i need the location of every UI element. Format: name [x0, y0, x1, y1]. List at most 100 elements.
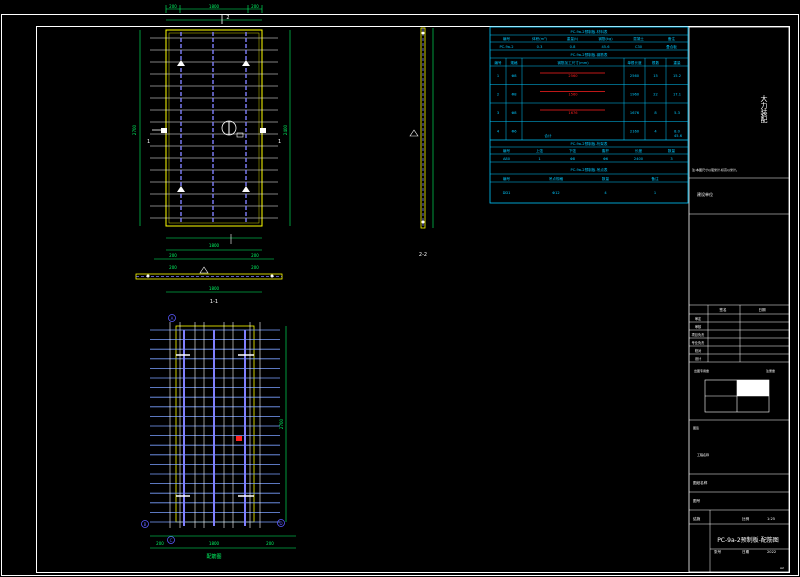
- axis-label-c: C: [170, 538, 173, 543]
- table3-header-2: 下弦: [569, 148, 577, 153]
- table2-cell-2-5: 5.3: [674, 111, 680, 115]
- table3-header-4: 长度: [635, 148, 643, 153]
- table3-cell-4: 2400: [634, 157, 644, 161]
- table2-cell-0-4: 15: [653, 74, 658, 78]
- signature-row-4: 校对: [695, 348, 702, 353]
- table2-cell-1-3: 1960: [630, 93, 640, 97]
- table1-cell-2: 0.8: [570, 45, 576, 49]
- rebar-detail-view: 2700 A B C D 200 1800 200 配筋图: [141, 314, 296, 560]
- dim-plan-bottom-right: 200: [251, 253, 259, 258]
- table2-header-4: 根数: [652, 60, 660, 65]
- table2-cell-2-0: 3: [497, 111, 499, 115]
- table2-cell-1-4: 22: [653, 93, 658, 97]
- table2-cell-1-0: 2: [497, 93, 499, 97]
- table2-total-label: 合计: [544, 133, 552, 138]
- table4-cell-1: Φ12: [552, 191, 559, 195]
- table1-cell-4: C30: [635, 45, 643, 49]
- table2-cell-2-4: 8: [654, 111, 657, 115]
- dim-rebar-height: 2700: [279, 418, 284, 429]
- table3-header-3: 腹杆: [602, 148, 610, 153]
- table2-header-0: 编号: [494, 60, 502, 65]
- drawing-note: 注:本图尺寸以毫米计,标高以米计。: [692, 167, 739, 172]
- table2-cell-0-5: 15.2: [673, 74, 681, 78]
- axis-label-a: A: [171, 316, 174, 321]
- table3-cell-0: A80: [503, 157, 511, 161]
- table4-cell-2: 4: [604, 191, 607, 195]
- company-name: 大力装配: [760, 94, 768, 124]
- table2-cell-3-1: Φ6: [511, 130, 517, 134]
- detail-truss-lines: [183, 330, 246, 526]
- table2-cell-1-2: 1560: [568, 93, 578, 97]
- table2-cell-2-2: 1676: [568, 111, 578, 115]
- dim-plan-bottom-left: 200: [169, 253, 177, 258]
- signature-row-3: 专业负责: [692, 340, 705, 345]
- section-mark-left: 1: [147, 139, 150, 145]
- dim-height-total: 2700: [132, 124, 137, 135]
- table2-header-2: 钢筋加工尺寸(mm): [557, 60, 589, 65]
- section-label-2-2: 2-2: [419, 252, 427, 258]
- table2-cell-3-0: 4: [497, 130, 500, 134]
- plan-label: 配筋图: [206, 553, 221, 560]
- table3-cell-1: 1: [538, 157, 540, 161]
- project-name-label: 工程名称: [697, 452, 709, 457]
- table1-title: PC-9a-2预制板-材料表: [571, 29, 608, 34]
- table3-header-5: 数量: [668, 148, 676, 153]
- outer-frame: [1, 14, 799, 576]
- table2-cell-2-1: Φ8: [511, 111, 517, 115]
- table2-header-1: 规格: [510, 60, 518, 65]
- signature-row-0: 审定: [695, 316, 702, 321]
- table1-cell-3: 45.6: [601, 45, 610, 49]
- table4-cell-0: DD1: [503, 191, 511, 195]
- table4-header-3: 备注: [651, 176, 659, 181]
- col-header-sign: 签名: [719, 307, 727, 312]
- table4-header-0: 编号: [503, 176, 511, 181]
- table1-header-4: 混凝土: [633, 36, 644, 41]
- cad-drawing-canvas: 200 1800 200 2 2700 2400 1 1 1800 200 20…: [1, 4, 799, 576]
- material-tables: PC-9a-2预制板-材料表 编号 体积(m³) 重量(t) 钢筋(kg) 混凝土 备注 …: [489, 26, 689, 204]
- dim-rebar-bottom-r: 200: [266, 541, 274, 546]
- table1-header-2: 重量(t): [567, 36, 579, 41]
- table1-cell-0: PC-9a-2: [499, 45, 513, 49]
- section-mark-right: 1: [278, 139, 281, 145]
- section-label-1-1: 1-1: [210, 299, 218, 305]
- table3-cell-5: 3: [670, 157, 672, 161]
- table2-cell-3-5: 8.0: [674, 130, 680, 134]
- scale-label: 比例: [742, 516, 750, 521]
- corner-mark: A2: [780, 566, 784, 570]
- section-2-2: 2-2: [409, 27, 434, 258]
- drawing-no-label: 图号: [693, 498, 701, 503]
- table2-cell-3-3: 2160: [630, 130, 640, 134]
- section-1-1: 200 200 1800 1-1: [135, 258, 283, 305]
- table2-cell-0-3: 2560: [630, 74, 640, 78]
- table3-cell-3: Φ6: [603, 157, 609, 161]
- axis-label-b: B: [144, 522, 147, 527]
- table1-header-5: 备注: [668, 36, 676, 41]
- seal-label: 图签: [693, 425, 699, 430]
- dim-top-left: 200: [169, 4, 177, 9]
- table1-cell-1: 0.3: [537, 45, 543, 49]
- dim-plan-bottom: 1800: [209, 243, 220, 248]
- table2-title: PC-9a-2预制板-钢筋表: [571, 52, 608, 57]
- code-label: 结施: [693, 516, 701, 521]
- dim-top-mid: 1800: [209, 4, 220, 9]
- dim-top-right: 200: [251, 4, 259, 9]
- table4-header-1: 吊点规格: [549, 176, 564, 181]
- project-label: 建设单位: [697, 191, 713, 197]
- table1-header-0: 编号: [503, 36, 511, 41]
- table2-cell-0-1: Φ8: [511, 74, 517, 78]
- table3-header-0: 编号: [503, 148, 511, 153]
- table2-cell-1-1: Φ8: [511, 93, 517, 97]
- table1-header-3: 钢筋(kg): [598, 36, 613, 41]
- plan-view: 200 1800 200 2 2700 2400 1 1 1800 200 20…: [132, 4, 291, 258]
- signature-row-5: 设计: [695, 356, 702, 361]
- scale-value: 1:25: [767, 517, 775, 521]
- stamp-label: 出图专用章: [694, 368, 709, 373]
- dim-rebar-bottom: 1800: [209, 541, 220, 546]
- drawing-name-label: 图纸名称: [693, 480, 708, 485]
- title-block: 大力装配 注:本图尺寸以毫米计,标高以米计。 建设单位 签名 日期 审定审核项目…: [688, 26, 790, 573]
- dim-section-left: 200: [169, 265, 177, 270]
- stamp-label-2: 注册章: [766, 368, 775, 373]
- table4-title: PC-9a-2预制板-吊点表: [571, 167, 608, 172]
- col-header-date: 日期: [758, 307, 766, 312]
- drawing-title: PC-9a-2预制板-配筋图: [717, 536, 779, 544]
